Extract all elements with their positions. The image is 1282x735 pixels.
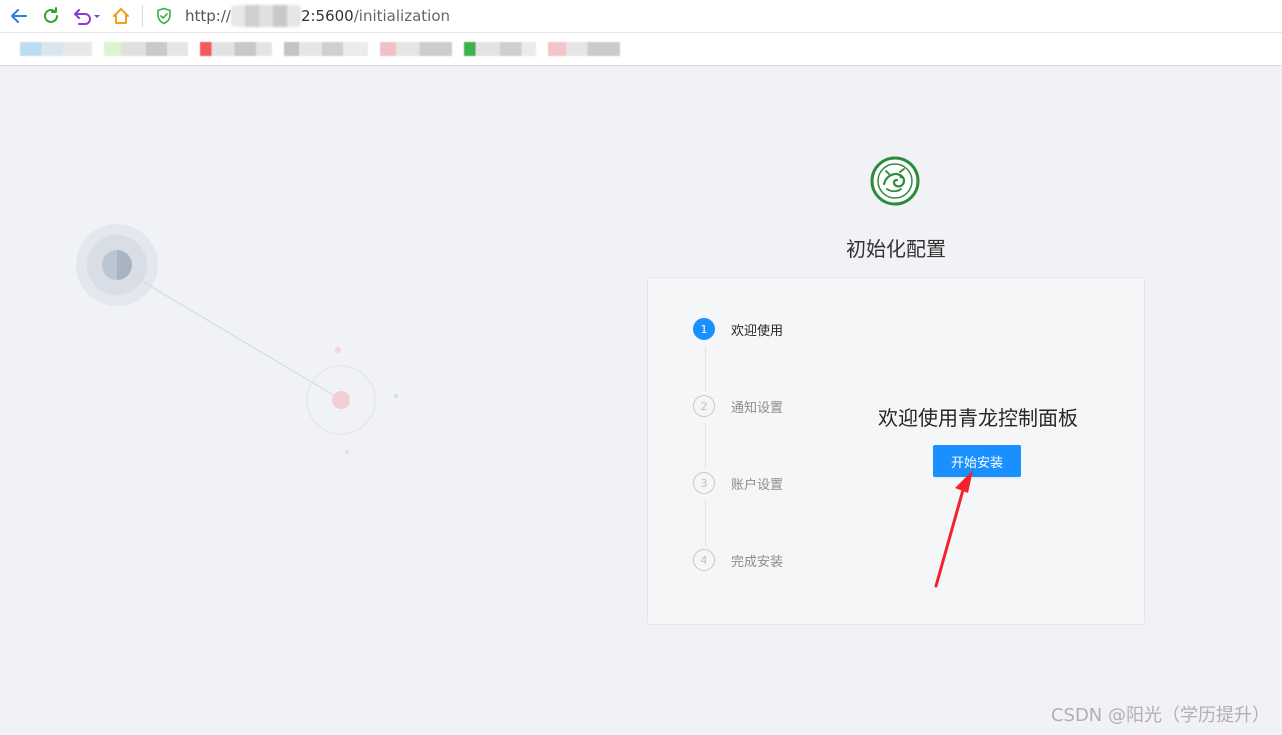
step-label: 账户设置	[731, 477, 784, 493]
undo-icon[interactable]	[70, 3, 102, 29]
bookmark-item[interactable]	[200, 42, 272, 56]
bookmark-item[interactable]	[20, 42, 92, 56]
bookmark-item[interactable]	[464, 42, 536, 56]
bookmark-item[interactable]	[104, 42, 188, 56]
step-account: 3 账户设置	[693, 470, 783, 496]
bookmarks-bar	[0, 33, 1282, 66]
step-number: 1	[693, 318, 715, 340]
back-arrow-icon[interactable]	[6, 3, 32, 29]
browser-toolbar: http:// 2:5600/initialization	[0, 0, 1282, 33]
reload-icon[interactable]	[38, 3, 64, 29]
toolbar-divider	[142, 5, 143, 27]
deco-connector	[129, 273, 336, 397]
step-label: 通知设置	[731, 400, 784, 416]
step-number: 2	[693, 395, 715, 417]
deco-particle	[335, 347, 341, 353]
deco-particle	[345, 450, 349, 454]
bookmark-item[interactable]	[284, 42, 368, 56]
step-finish: 4 完成安装	[693, 547, 783, 573]
url-host-suffix: 2:5600	[300, 7, 354, 25]
url-suffix: 2:5600/initialization	[301, 7, 450, 25]
annotation-arrow-icon	[934, 470, 973, 588]
welcome-text: 欢迎使用青龙控制面板	[878, 406, 1078, 430]
shield-icon	[151, 3, 177, 29]
url-prefix: http://	[185, 7, 231, 25]
step-number: 3	[693, 472, 715, 494]
deco-particle	[394, 394, 398, 398]
step-notification: 2 通知设置	[693, 393, 783, 419]
step-connector	[705, 500, 706, 546]
home-icon[interactable]	[108, 3, 134, 29]
setup-steps: 1 欢迎使用 2 通知设置 3 账户设置 4 完成安装	[693, 316, 823, 586]
background-decoration	[76, 224, 398, 454]
setup-card: 1 欢迎使用 2 通知设置 3 账户设置 4 完成安装 欢迎使用青龙控制面板 开…	[647, 277, 1145, 625]
page-title: 初始化配置	[846, 237, 946, 261]
step-label: 完成安装	[731, 554, 784, 570]
watermark: CSDN @阳光（学历提升）	[1050, 705, 1270, 726]
main-area: 初始化配置 1 欢迎使用 2 通知设置 3 账户设置 4 完成安装 欢迎使用青龙…	[0, 66, 1282, 735]
qinglong-dragon-logo	[870, 156, 920, 206]
step-label: 欢迎使用	[731, 323, 784, 339]
bookmark-item[interactable]	[548, 42, 620, 56]
step-welcome: 1 欢迎使用	[693, 316, 783, 342]
url-redacted-host	[230, 5, 301, 27]
deco-dot-red	[332, 391, 350, 409]
step-connector	[705, 423, 706, 469]
bookmark-item[interactable]	[380, 42, 452, 56]
step-number: 4	[693, 549, 715, 571]
url-path: /initialization	[353, 7, 451, 25]
step-connector	[705, 346, 706, 392]
address-bar[interactable]: http:// 2:5600/initialization	[185, 2, 1282, 30]
